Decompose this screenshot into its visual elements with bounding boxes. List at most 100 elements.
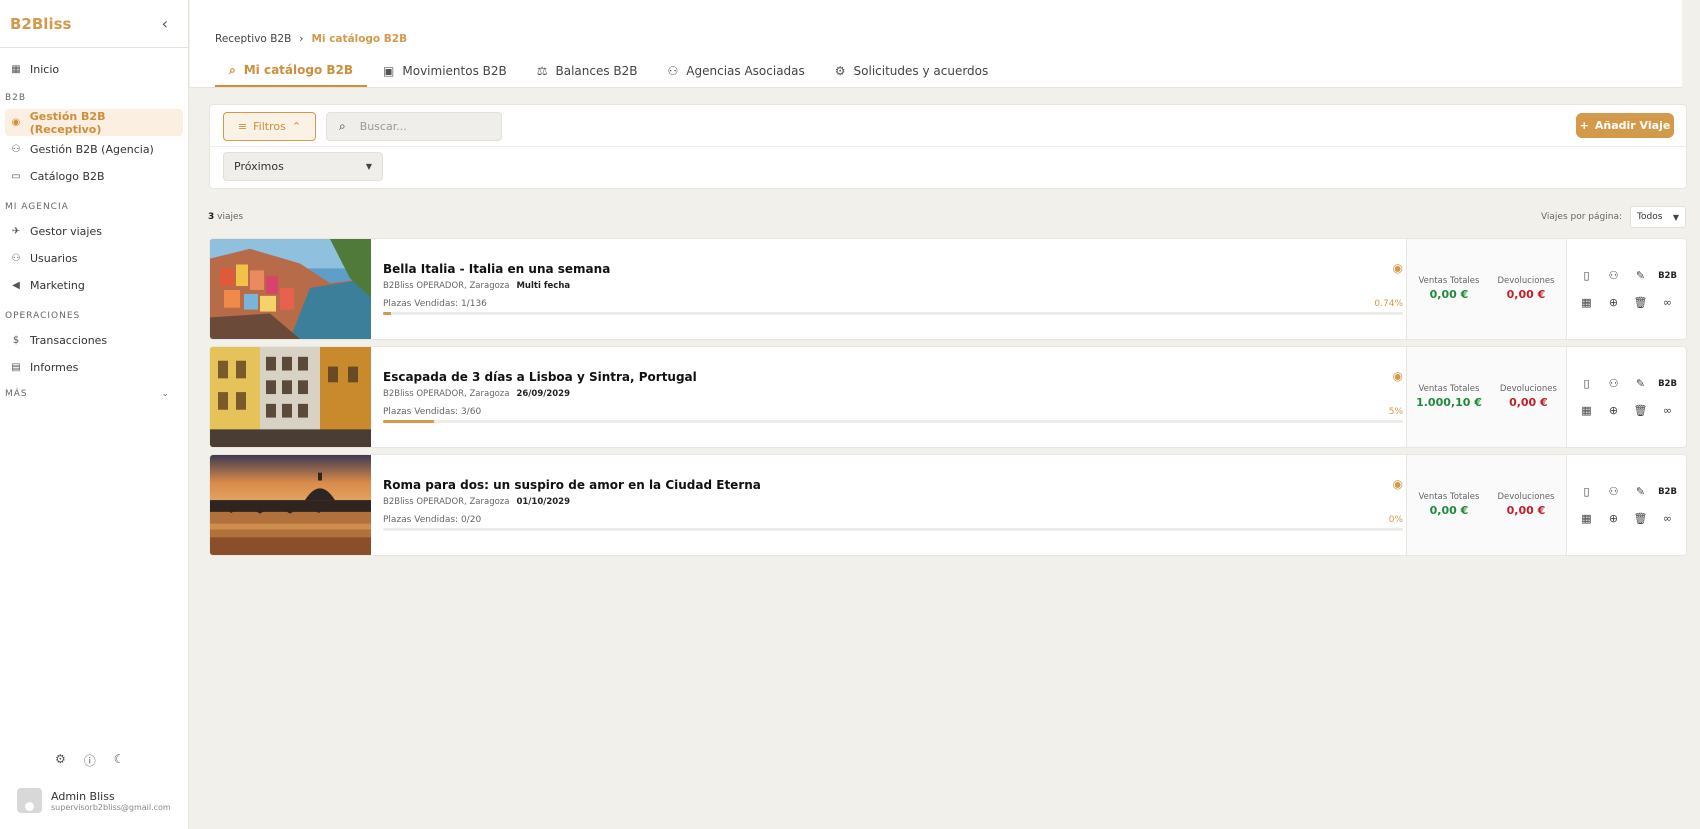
megaphone-icon: ◀ <box>12 280 20 291</box>
document-icon[interactable]: ▯ <box>1573 262 1600 289</box>
sidebar-item-gestion-agencia[interactable]: ⚇ Gestión B2B (Agencia) <box>5 136 183 163</box>
link-icon[interactable]: ∞ <box>1654 397 1681 424</box>
devoluciones: Devoluciones 0,00 € <box>1500 384 1557 447</box>
table-icon[interactable]: ▦ <box>1573 397 1600 424</box>
sales-progress-bar <box>383 312 1403 315</box>
tab-agencias[interactable]: ⚇ Agencias Asociadas <box>652 55 819 87</box>
add-circle-icon[interactable]: ⊕ <box>1600 397 1627 424</box>
sales-progress-bar <box>383 420 1403 423</box>
devoluciones-value: 0,00 € <box>1506 504 1546 517</box>
sidebar-item-usuarios[interactable]: ⚇ Usuarios <box>5 245 183 272</box>
flight-icon: ✈ <box>11 226 21 237</box>
table-icon[interactable]: ▦ <box>1573 289 1600 316</box>
add-trip-button[interactable]: + Añadir Viaje <box>1576 113 1674 138</box>
per-page-control: Viajes por página: Todos ▼ <box>1541 206 1686 228</box>
sidebar-item-gestion-receptivo[interactable]: ◉ Gestión B2B (Receptivo) <box>5 109 183 136</box>
document-icon[interactable]: ▯ <box>1573 478 1600 505</box>
search-icon: ⌕ <box>339 119 346 133</box>
visibility-icon[interactable]: ◉ <box>1393 477 1403 491</box>
filter-list-icon: ≡ <box>237 120 248 133</box>
tab-bar: ⌕ Mi catálogo B2B ▣ Movimientos B2B ⚖ Ba… <box>215 55 1002 87</box>
delete-icon[interactable]: 🗑 <box>1627 289 1654 316</box>
users-icon: ⚇ <box>11 253 21 264</box>
info-icon[interactable]: ⓘ <box>84 752 96 769</box>
sales-progress-fill <box>383 420 434 423</box>
breadcrumb-parent[interactable]: Receptivo B2B <box>215 33 291 45</box>
b2b-button[interactable]: B2B <box>1654 370 1681 397</box>
per-page-select[interactable]: Todos ▼ <box>1630 206 1686 228</box>
ventas-totales: Ventas Totales 0,00 € <box>1419 492 1480 555</box>
add-circle-icon[interactable]: ⊕ <box>1600 505 1627 532</box>
sidebar-item-gestor-viajes[interactable]: ✈ Gestor viajes <box>5 218 183 245</box>
b2b-button[interactable]: B2B <box>1654 262 1681 289</box>
sidebar-item-informes[interactable]: ▤ Informes <box>5 354 183 381</box>
period-select[interactable]: Próximos ▼ <box>223 152 383 181</box>
b2b-button[interactable]: B2B <box>1654 478 1681 505</box>
sidebar-item-label: Gestor viajes <box>30 225 102 238</box>
search-input[interactable]: Buscar... <box>360 120 407 133</box>
sidebar-item-marketing[interactable]: ◀ Marketing <box>5 272 183 299</box>
trip-count-number: 3 <box>208 212 215 222</box>
plus-icon: + <box>1579 119 1589 132</box>
tab-label: Solicitudes y acuerdos <box>853 64 989 78</box>
sidebar-item-label: Transacciones <box>30 334 108 347</box>
scale-icon: ⚖ <box>536 64 548 78</box>
trip-title[interactable]: Roma para dos: un suspiro de amor en la … <box>383 478 761 492</box>
link-icon[interactable]: ∞ <box>1654 505 1681 532</box>
caret-down-icon: ▼ <box>1672 212 1679 222</box>
visibility-icon[interactable]: ◉ <box>1393 369 1403 383</box>
devoluciones: Devoluciones 0,00 € <box>1497 276 1554 339</box>
table-icon[interactable]: ▦ <box>1573 505 1600 532</box>
trip-title[interactable]: Bella Italia - Italia en una semana <box>383 262 610 276</box>
trip-title[interactable]: Escapada de 3 días a Lisboa y Sintra, Po… <box>383 370 697 384</box>
sidebar-item-transacciones[interactable]: $ Transacciones <box>5 327 183 354</box>
add-person-icon[interactable]: ⚇ <box>1600 370 1627 397</box>
visibility-icon[interactable]: ◉ <box>1393 261 1403 275</box>
settings-icon[interactable]: ⚙ <box>55 752 66 769</box>
filters-button[interactable]: ≡ Filtros ⌃ <box>223 112 316 141</box>
user-name: Admin Bliss <box>51 789 115 803</box>
ventas-value: 1.000,10 € <box>1416 396 1482 409</box>
trip-totals: Ventas Totales 0,00 € Devoluciones 0,00 … <box>1406 455 1567 555</box>
sidebar-section-mas[interactable]: MÁS ⌄ <box>0 387 188 401</box>
sidebar-item-inicio[interactable]: ▦ Inicio <box>5 56 183 83</box>
ventas-totales: Ventas Totales 1.000,10 € <box>1416 384 1482 447</box>
edit-icon[interactable]: ✎ <box>1627 370 1654 397</box>
search-field[interactable]: ⌕ Buscar... <box>326 112 502 141</box>
delete-icon[interactable]: 🗑 <box>1627 505 1654 532</box>
delete-icon[interactable]: 🗑 <box>1627 397 1654 424</box>
filters-label: Filtros <box>253 120 286 133</box>
tab-movimientos[interactable]: ▣ Movimientos B2B <box>367 55 521 87</box>
page-header: Receptivo B2B › Mi catálogo B2B ⌕ Mi cat… <box>190 0 1682 88</box>
dark-mode-icon[interactable]: ☾ <box>114 752 125 769</box>
ventas-value: 0,00 € <box>1429 504 1469 517</box>
chevron-down-icon: ⌄ <box>161 389 170 399</box>
user-profile[interactable]: Admin Bliss supervisorb2bliss@gmail.com <box>17 788 171 813</box>
add-trip-label: Añadir Viaje <box>1594 119 1671 132</box>
link-icon[interactable]: ∞ <box>1654 289 1681 316</box>
collapse-sidebar-icon[interactable]: ‹ <box>162 14 168 33</box>
trip-count: 3 viajes <box>208 212 243 222</box>
edit-icon[interactable]: ✎ <box>1627 478 1654 505</box>
document-icon[interactable]: ▯ <box>1573 370 1600 397</box>
sidebar-header: B2Bliss ‹ <box>0 0 188 48</box>
trip-card[interactable]: Escapada de 3 días a Lisboa y Sintra, Po… <box>209 346 1687 448</box>
sidebar-item-catalogo[interactable]: ▭ Catálogo B2B <box>5 163 183 190</box>
trip-card[interactable]: Bella Italia - Italia en una semana B2Bl… <box>209 238 1687 340</box>
tab-balances[interactable]: ⚖ Balances B2B <box>521 55 652 87</box>
trip-count-label: viajes <box>217 212 244 222</box>
caret-down-icon: ▼ <box>365 162 372 171</box>
add-person-icon[interactable]: ⚇ <box>1600 262 1627 289</box>
trip-card[interactable]: Roma para dos: un suspiro de amor en la … <box>209 454 1687 556</box>
edit-icon[interactable]: ✎ <box>1627 262 1654 289</box>
devoluciones-label: Devoluciones <box>1499 384 1557 394</box>
add-circle-icon[interactable]: ⊕ <box>1600 289 1627 316</box>
devoluciones-label: Devoluciones <box>1497 492 1555 502</box>
filter-panel: ≡ Filtros ⌃ ⌕ Buscar... + Añadir Viaje P… <box>209 104 1687 189</box>
tab-label: Mi catálogo B2B <box>243 63 354 77</box>
add-person-icon[interactable]: ⚇ <box>1600 478 1627 505</box>
tab-mi-catalogo[interactable]: ⌕ Mi catálogo B2B <box>215 55 368 87</box>
tab-solicitudes[interactable]: ⚙ Solicitudes y acuerdos <box>819 55 1003 87</box>
app-logo[interactable]: B2Bliss <box>10 15 71 33</box>
sidebar-item-label: Catálogo B2B <box>30 170 105 183</box>
